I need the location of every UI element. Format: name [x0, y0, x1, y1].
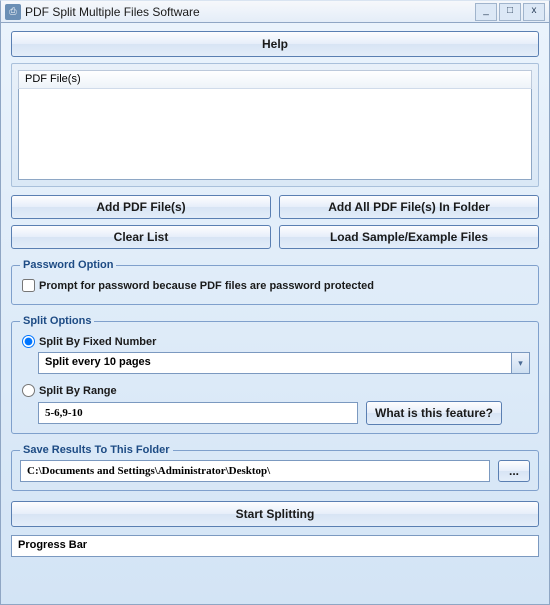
start-splitting-button[interactable]: Start Splitting	[11, 501, 539, 527]
range-row: What is this feature?	[38, 401, 530, 425]
file-buttons-row1: Add PDF File(s) Add All PDF File(s) In F…	[11, 195, 539, 219]
minimize-button[interactable]: _	[475, 3, 497, 21]
browse-button[interactable]: ...	[498, 460, 530, 482]
password-prompt-row: Prompt for password because PDF files ar…	[20, 279, 530, 292]
password-option-group: Password Option Prompt for password beca…	[11, 259, 539, 305]
password-legend: Password Option	[20, 259, 116, 271]
save-legend: Save Results To This Folder	[20, 444, 173, 456]
what-is-feature-button[interactable]: What is this feature?	[366, 401, 502, 425]
fixed-select-wrap: Split every 10 pages ▾	[38, 352, 530, 374]
add-pdf-button[interactable]: Add PDF File(s)	[11, 195, 271, 219]
close-button[interactable]: x	[523, 3, 545, 21]
file-buttons-row2: Clear List Load Sample/Example Files	[11, 225, 539, 249]
progress-bar: Progress Bar	[11, 535, 539, 557]
split-by-range-row: Split By Range	[20, 384, 530, 397]
save-folder-group: Save Results To This Folder ...	[11, 444, 539, 491]
client-area: Help PDF File(s) Add PDF File(s) Add All…	[0, 23, 550, 605]
split-options-group: Split Options Split By Fixed Number Spli…	[11, 315, 539, 434]
save-path-input[interactable]	[20, 460, 490, 482]
chevron-down-icon[interactable]: ▾	[512, 352, 530, 374]
split-by-range-label: Split By Range	[39, 385, 117, 397]
help-button[interactable]: Help	[11, 31, 539, 57]
clear-list-button[interactable]: Clear List	[11, 225, 271, 249]
maximize-button[interactable]: □	[499, 3, 521, 21]
range-input[interactable]	[38, 402, 358, 424]
file-list[interactable]	[18, 89, 532, 180]
add-folder-button[interactable]: Add All PDF File(s) In Folder	[279, 195, 539, 219]
password-prompt-checkbox[interactable]	[22, 279, 35, 292]
fixed-pages-select[interactable]: Split every 10 pages	[38, 352, 512, 374]
start-label: Start Splitting	[236, 507, 315, 521]
app-icon: ⎙	[5, 4, 21, 20]
password-prompt-label: Prompt for password because PDF files ar…	[39, 280, 374, 292]
file-list-panel: PDF File(s)	[11, 63, 539, 187]
split-legend: Split Options	[20, 315, 94, 327]
split-by-range-radio[interactable]	[22, 384, 35, 397]
load-sample-button[interactable]: Load Sample/Example Files	[279, 225, 539, 249]
split-by-fixed-row: Split By Fixed Number	[20, 335, 530, 348]
folder-row: ...	[20, 460, 530, 482]
file-list-header[interactable]: PDF File(s)	[18, 70, 532, 89]
split-by-fixed-radio[interactable]	[22, 335, 35, 348]
window-title: PDF Split Multiple Files Software	[25, 5, 473, 19]
help-label: Help	[262, 37, 288, 51]
split-by-fixed-label: Split By Fixed Number	[39, 336, 156, 348]
titlebar: ⎙ PDF Split Multiple Files Software _ □ …	[0, 0, 550, 23]
